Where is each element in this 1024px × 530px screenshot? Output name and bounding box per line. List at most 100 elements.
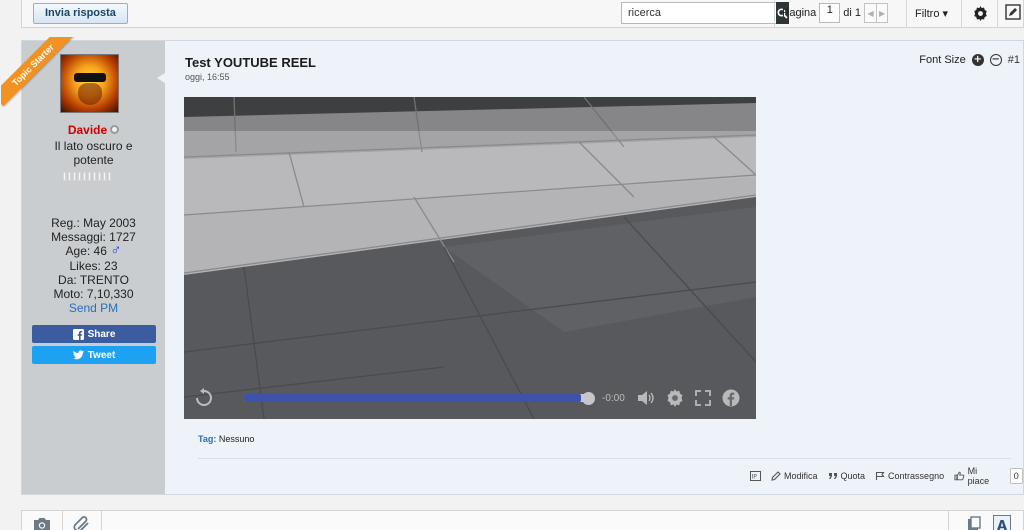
- quote-icon: [828, 473, 837, 479]
- post-actions: IP Modifica Quota Contrassegno Mi piace …: [750, 466, 1023, 486]
- pencil-icon: [771, 471, 781, 481]
- reputation-pip: [63, 172, 66, 181]
- facebook-share-button[interactable]: Share: [32, 325, 156, 343]
- editor-toolbar: A: [21, 510, 1024, 530]
- font-size-control: Font Size + − #1: [919, 54, 1023, 66]
- divider: [997, 0, 998, 27]
- prev-page-icon[interactable]: ◀: [865, 4, 876, 22]
- divider: [198, 458, 1011, 459]
- divider: [62, 511, 63, 530]
- like-count: 0: [1009, 468, 1023, 484]
- tags-value: Nessuno: [218, 434, 255, 444]
- flag-button[interactable]: Contrassegno: [875, 471, 944, 481]
- page-number-input[interactable]: 1: [819, 3, 841, 23]
- user-title: Il lato oscuro e potente: [54, 139, 133, 167]
- like-label: Mi piace: [967, 466, 990, 486]
- reputation-pip: [78, 172, 81, 181]
- twitter-tweet-button[interactable]: Tweet: [32, 346, 156, 364]
- user-age-row: Age: 46 ♂: [22, 242, 165, 259]
- video-frame: [184, 97, 756, 419]
- reputation-pip: [88, 172, 91, 181]
- video-scrubber-handle[interactable]: [582, 392, 595, 405]
- reputation-pip: [73, 172, 76, 181]
- replay-icon[interactable]: [194, 388, 214, 408]
- send-pm-link[interactable]: Send PM: [22, 301, 165, 315]
- search-box: [621, 2, 789, 24]
- video-time: -0:00: [602, 393, 625, 404]
- font-color-icon[interactable]: A: [990, 515, 1014, 530]
- edit-window-icon[interactable]: [1005, 4, 1023, 22]
- quote-label: Quota: [840, 471, 866, 481]
- facebook-icon[interactable]: [722, 389, 740, 407]
- username[interactable]: Davide: [68, 123, 107, 137]
- username-row: Davide: [22, 123, 165, 137]
- reputation-pip: [83, 172, 86, 181]
- pagination: Pagina 1 di 1 ◀ ▶: [782, 3, 889, 23]
- flag-icon: [875, 471, 885, 480]
- font-size-label: Font Size: [919, 54, 966, 66]
- user-location: Da: TRENTO: [58, 273, 129, 287]
- male-icon: ♂: [110, 242, 122, 259]
- divider: [906, 0, 907, 27]
- post-body: Test YOUTUBE REEL oggi, 16:55 Font Size …: [165, 41, 1023, 494]
- post-number-link[interactable]: #1: [1008, 54, 1020, 66]
- reputation-pip: [98, 172, 101, 181]
- edit-button[interactable]: Modifica: [771, 471, 818, 481]
- like-button[interactable]: Mi piace: [954, 466, 999, 486]
- ip-icon: IP: [750, 471, 761, 481]
- next-page-icon[interactable]: ▶: [876, 4, 887, 22]
- ip-info-button[interactable]: IP: [750, 471, 761, 481]
- attachment-icon[interactable]: [70, 515, 94, 530]
- video-progress-bar[interactable]: [244, 394, 588, 402]
- settings-icon[interactable]: [666, 389, 684, 407]
- share-label: Share: [87, 328, 116, 340]
- volume-icon[interactable]: [636, 389, 654, 407]
- avatar[interactable]: [60, 54, 119, 113]
- panel-pointer: [157, 73, 165, 83]
- facebook-icon: [72, 328, 84, 340]
- fullscreen-icon[interactable]: [694, 389, 712, 407]
- search-input[interactable]: [621, 2, 776, 24]
- svg-text:A: A: [997, 519, 1007, 530]
- reply-button[interactable]: Invia risposta: [33, 3, 128, 24]
- paste-icon[interactable]: [962, 515, 986, 530]
- video-progress-fill: [244, 394, 582, 402]
- user-panel: Topic Starter Davide Il lato oscuro e po…: [1, 37, 165, 494]
- reputation-pip: [103, 172, 106, 181]
- reputation-pip: [108, 172, 111, 181]
- page-total: di 1: [843, 7, 862, 19]
- page-label: Pagina: [782, 7, 817, 19]
- thumbs-up-icon: [954, 471, 965, 481]
- post-tags: Tag: Nessuno: [198, 434, 254, 444]
- offline-status-icon: [110, 125, 120, 135]
- post: Topic Starter Davide Il lato oscuro e po…: [1, 37, 1024, 495]
- divider: [961, 0, 962, 27]
- user-registration: Reg.: May 2003: [51, 216, 136, 230]
- reputation-bar: [63, 172, 111, 181]
- font-decrease-icon[interactable]: −: [989, 54, 1002, 66]
- user-age: Age: 46: [65, 244, 107, 258]
- thread-toolbar: Invia risposta Pagina 1 di 1 ◀ ▶ Filtro …: [21, 0, 1024, 28]
- divider: [774, 0, 775, 27]
- pager-arrows: ◀ ▶: [864, 3, 889, 23]
- edit-label: Modifica: [784, 471, 818, 481]
- reputation-pip: [93, 172, 96, 181]
- user-moto: Moto: 7,10,330: [53, 287, 134, 301]
- quote-button[interactable]: Quota: [828, 471, 866, 481]
- post-title: Test YOUTUBE REEL: [185, 55, 316, 70]
- video-player[interactable]: -0:00: [184, 97, 756, 419]
- tweet-label: Tweet: [87, 349, 116, 361]
- camera-icon[interactable]: [30, 515, 54, 530]
- font-increase-icon[interactable]: +: [971, 54, 984, 66]
- divider: [948, 511, 949, 530]
- user-posts: Messaggi: 1727: [51, 230, 136, 244]
- divider: [101, 511, 102, 530]
- user-likes: Likes: 23: [69, 259, 118, 273]
- post-date: oggi, 16:55: [185, 72, 230, 82]
- gear-icon[interactable]: [971, 4, 989, 22]
- twitter-icon: [72, 350, 84, 360]
- svg-text:IP: IP: [752, 474, 758, 481]
- reputation-pip: [68, 172, 71, 181]
- flag-label: Contrassegno: [888, 471, 945, 481]
- filter-menu[interactable]: Filtro ▾: [915, 7, 948, 20]
